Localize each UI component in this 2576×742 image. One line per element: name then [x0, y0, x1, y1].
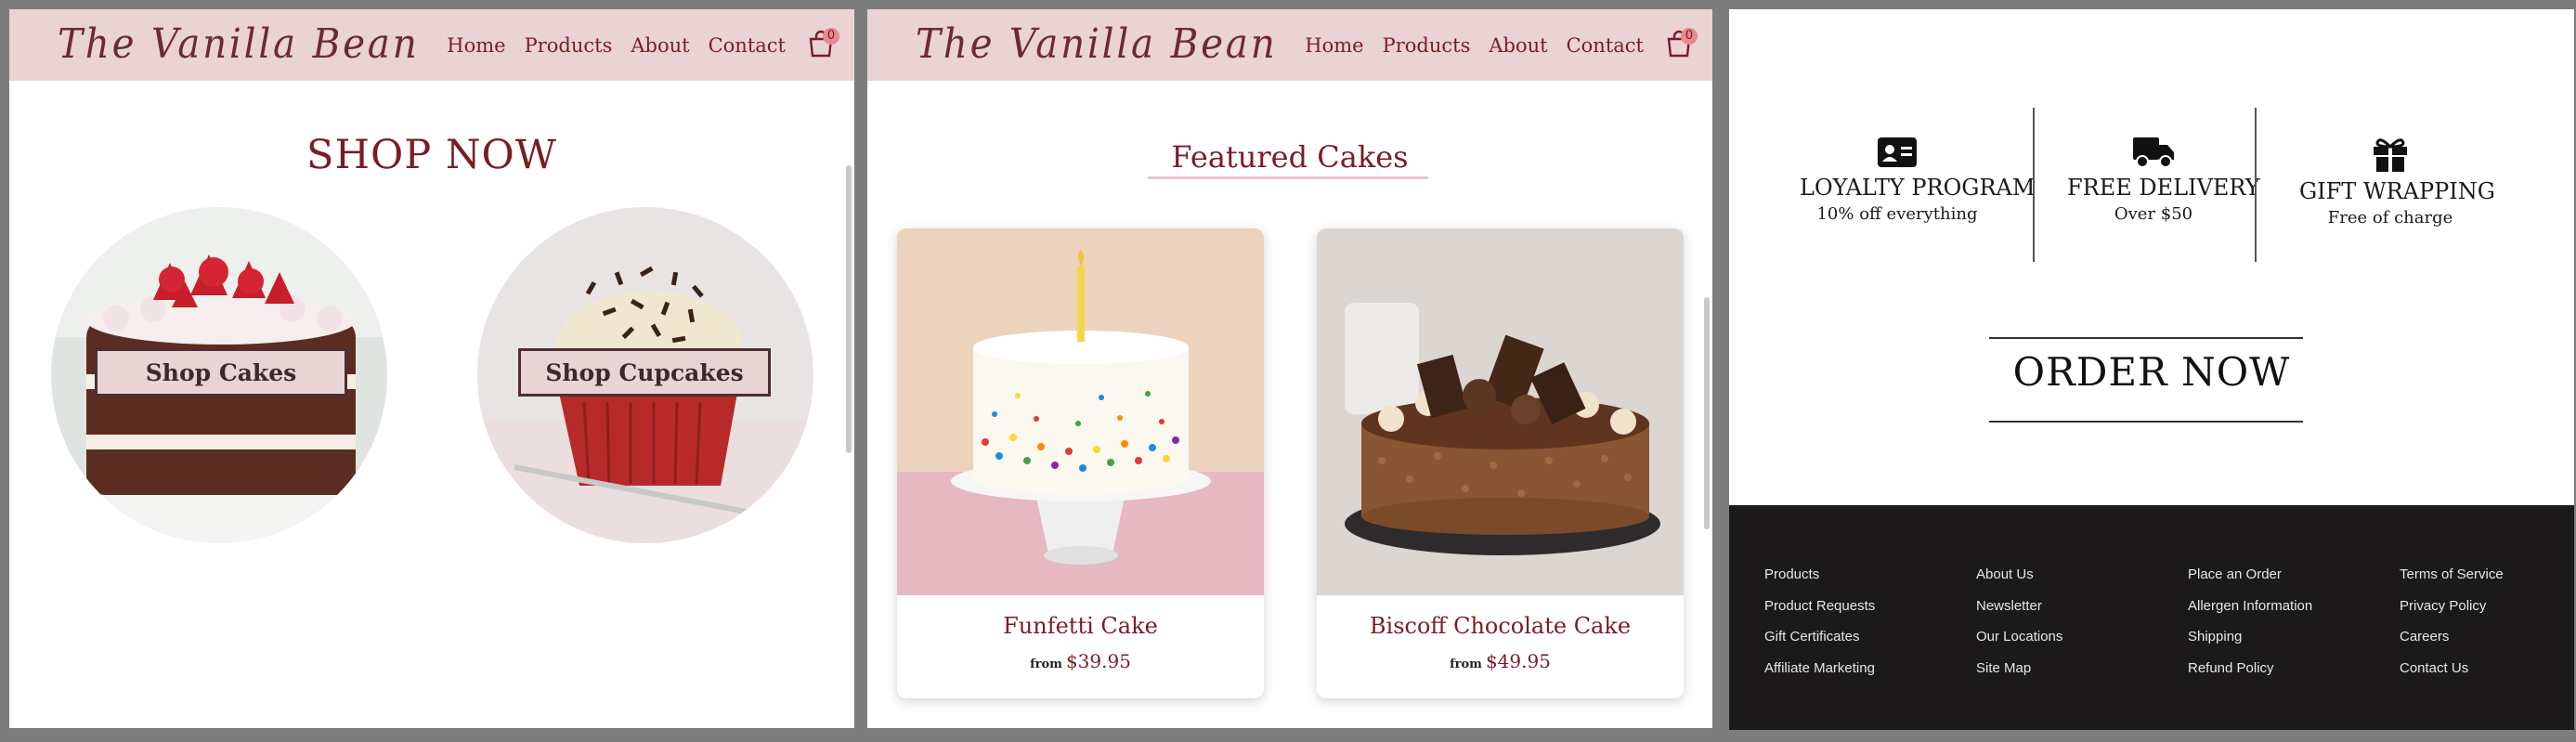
price-prefix: from	[1030, 657, 1062, 671]
brand-logo[interactable]: The Vanilla Bean	[916, 20, 1278, 68]
footer-column-orders: Place an Order Allergen Information Ship…	[2188, 566, 2312, 691]
product-card-funfetti[interactable]: Funfetti Cake from $39.95	[897, 228, 1264, 698]
home-shop-now-view: The Vanilla Bean Home Products About Con…	[9, 9, 854, 728]
shop-now-heading: SHOP NOW	[306, 132, 557, 178]
footer-link[interactable]: Gift Certificates	[1764, 629, 1875, 660]
nav-about-link[interactable]: About	[631, 34, 689, 57]
order-bottom-rule	[1989, 421, 2303, 423]
nav-products-link[interactable]: Products	[1383, 34, 1471, 57]
product-price: from $39.95	[897, 650, 1264, 672]
product-price: from $49.95	[1317, 650, 1684, 672]
footer-column-products: Products Product Requests Gift Certifica…	[1764, 566, 1875, 691]
feature-divider	[2033, 108, 2035, 262]
id-card-icon	[1878, 137, 1917, 167]
shop-cupcakes-button[interactable]: Shop Cupcakes	[518, 348, 771, 397]
cart-button[interactable]: 0	[808, 27, 839, 61]
cart-button[interactable]: 0	[1666, 27, 1698, 61]
footer-link[interactable]: Product Requests	[1764, 598, 1875, 630]
featured-cakes-heading: Featured Cakes	[1171, 139, 1409, 175]
cart-count-badge: 0	[823, 27, 839, 45]
price-amount: $39.95	[1065, 650, 1131, 672]
footer-link[interactable]: Place an Order	[2188, 566, 2312, 598]
top-navbar: The Vanilla Bean Home Products About Con…	[867, 9, 1712, 81]
heading-underline	[1148, 176, 1428, 179]
feature-subtitle: Over $50	[2114, 204, 2193, 224]
nav-contact-link[interactable]: Contact	[1567, 34, 1644, 57]
gift-icon	[2374, 138, 2407, 172]
funfetti-cake-photo	[897, 228, 1264, 595]
page-scrollbar[interactable]	[1704, 297, 1710, 529]
nav-home-link[interactable]: Home	[1305, 34, 1363, 57]
footer-link[interactable]: Privacy Policy	[2400, 598, 2504, 630]
biscoff-cake-photo	[1317, 228, 1684, 595]
footer-link[interactable]: Products	[1764, 566, 1875, 598]
feature-title: GIFT WRAPPING	[2299, 178, 2495, 204]
nav-products-link[interactable]: Products	[525, 34, 613, 57]
product-name: Biscoff Chocolate Cake	[1369, 613, 1632, 639]
featured-cakes-view: The Vanilla Bean Home Products About Con…	[867, 9, 1712, 728]
nav-contact-link[interactable]: Contact	[709, 34, 786, 57]
brand-logo[interactable]: The Vanilla Bean	[58, 20, 420, 68]
perks-and-footer-view: LOYALTY PROGRAM 10% off everything FREE …	[1729, 9, 2574, 730]
footer-column-about: About Us Newsletter Our Locations Site M…	[1976, 566, 2062, 691]
nav-about-link[interactable]: About	[1489, 34, 1547, 57]
footer-column-legal: Terms of Service Privacy Policy Careers …	[2400, 566, 2504, 691]
shop-cakes-button[interactable]: Shop Cakes	[95, 348, 347, 397]
nav-menu: Home Products About Contact 0	[447, 9, 839, 81]
footer-link[interactable]: Site Map	[1976, 660, 2062, 692]
feature-gift-wrapping: GIFT WRAPPING Free of charge	[2299, 136, 2495, 228]
footer-link[interactable]: Affiliate Marketing	[1764, 660, 1875, 692]
order-now-button[interactable]: ORDER NOW	[1729, 349, 2574, 395]
feature-divider	[2255, 108, 2257, 262]
truck-icon	[2133, 137, 2174, 168]
product-card-biscoff[interactable]: Biscoff Chocolate Cake from $49.95	[1317, 228, 1684, 698]
feature-subtitle: Free of charge	[2327, 208, 2453, 228]
footer-link[interactable]: Terms of Service	[2400, 566, 2504, 598]
footer-link[interactable]: Refund Policy	[2188, 660, 2312, 692]
price-amount: $49.95	[1485, 650, 1551, 672]
footer-link[interactable]: Shipping	[2188, 629, 2312, 660]
page-scrollbar[interactable]	[846, 165, 852, 453]
footer-link[interactable]: Careers	[2400, 629, 2504, 660]
feature-delivery: FREE DELIVERY Over $50	[2067, 136, 2260, 224]
nav-menu: Home Products About Contact 0	[1305, 9, 1698, 81]
footer-link[interactable]: Newsletter	[1976, 598, 2062, 630]
top-navbar: The Vanilla Bean Home Products About Con…	[9, 9, 854, 81]
cart-count-badge: 0	[1681, 27, 1698, 45]
feature-title: FREE DELIVERY	[2067, 175, 2260, 201]
feature-loyalty: LOYALTY PROGRAM 10% off everything	[1800, 136, 2036, 224]
site-footer: Products Product Requests Gift Certifica…	[1729, 505, 2574, 730]
footer-link[interactable]: Our Locations	[1976, 629, 2062, 660]
nav-home-link[interactable]: Home	[447, 34, 505, 57]
product-name: Funfetti Cake	[1003, 613, 1158, 639]
footer-link[interactable]: Contact Us	[2400, 660, 2504, 692]
feature-title: LOYALTY PROGRAM	[1800, 175, 2036, 201]
footer-link[interactable]: Allergen Information	[2188, 598, 2312, 630]
order-top-rule	[1989, 337, 2303, 339]
price-prefix: from	[1450, 657, 1482, 671]
feature-subtitle: 10% off everything	[1816, 204, 1978, 224]
footer-link[interactable]: About Us	[1976, 566, 2062, 598]
